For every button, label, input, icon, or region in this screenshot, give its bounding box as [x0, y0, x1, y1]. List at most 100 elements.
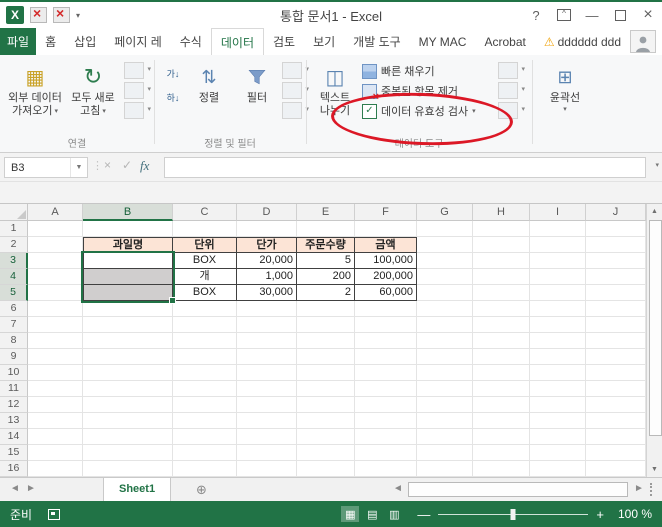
name-box[interactable]: B3 ▼ [4, 157, 88, 178]
reapply-icon[interactable] [282, 82, 309, 99]
row-header-12[interactable]: 12 [0, 397, 28, 413]
column-header-J[interactable]: J [586, 204, 646, 221]
cell-A10[interactable] [28, 365, 83, 381]
normal-view-button[interactable] [341, 506, 360, 522]
outline-button[interactable]: ⊞ 윤곽선 ▾ [540, 58, 590, 136]
sort-button[interactable]: ⇅ 정렬 [186, 58, 232, 136]
cell-D10[interactable] [237, 365, 297, 381]
cell-F5[interactable]: 60,000 [355, 285, 417, 301]
cell-I11[interactable] [530, 381, 586, 397]
cell-J15[interactable] [586, 445, 646, 461]
cell-E11[interactable] [297, 381, 355, 397]
sheet-nav-next-icon[interactable]: ► [26, 483, 36, 494]
cell-I3[interactable] [530, 253, 586, 269]
cell-C4[interactable]: 개 [173, 269, 237, 285]
row-header-7[interactable]: 7 [0, 317, 28, 333]
cell-D9[interactable] [237, 349, 297, 365]
cell-I12[interactable] [530, 397, 586, 413]
column-header-F[interactable]: F [355, 204, 417, 221]
page-break-view-button[interactable] [385, 506, 403, 522]
cell-D7[interactable] [237, 317, 297, 333]
column-header-E[interactable]: E [297, 204, 355, 221]
cell-A9[interactable] [28, 349, 83, 365]
cell-B10[interactable] [83, 365, 173, 381]
horizontal-scrollbar-thumb[interactable] [408, 482, 628, 497]
hscroll-right-icon[interactable]: ► [634, 483, 644, 494]
cell-H8[interactable] [473, 333, 530, 349]
tab-home[interactable]: 홈 [36, 28, 65, 55]
cell-G15[interactable] [417, 445, 473, 461]
consolidate-icon[interactable] [498, 62, 525, 79]
cell-G3[interactable] [417, 253, 473, 269]
expand-formula-bar-icon[interactable]: ▾ [655, 161, 659, 169]
cell-H12[interactable] [473, 397, 530, 413]
cell-A6[interactable] [28, 301, 83, 317]
cell-F11[interactable] [355, 381, 417, 397]
cell-E5[interactable]: 2 [297, 285, 355, 301]
cell-E14[interactable] [297, 429, 355, 445]
zoom-out-button[interactable]: — [417, 507, 430, 522]
zoom-slider-thumb[interactable] [510, 508, 516, 520]
cell-E9[interactable] [297, 349, 355, 365]
cell-G8[interactable] [417, 333, 473, 349]
what-if-analysis-icon[interactable] [498, 82, 525, 99]
cell-C10[interactable] [173, 365, 237, 381]
cell-I14[interactable] [530, 429, 586, 445]
cell-D5[interactable]: 30,000 [237, 285, 297, 301]
row-header-5[interactable]: 5 [0, 285, 28, 301]
row-header-10[interactable]: 10 [0, 365, 28, 381]
vertical-scrollbar-thumb[interactable] [649, 220, 662, 436]
cell-H1[interactable] [473, 221, 530, 237]
cell-J4[interactable] [586, 269, 646, 285]
row-header-1[interactable]: 1 [0, 221, 28, 237]
text-to-columns-button[interactable]: ◫ 텍스트 나누기 [312, 58, 358, 136]
cell-F7[interactable] [355, 317, 417, 333]
data-validation-button[interactable]: ✓ 데이터 유효성 검사 ▾ [362, 102, 476, 120]
cell-G12[interactable] [417, 397, 473, 413]
sort-ascending-button[interactable] [160, 62, 186, 85]
cell-J5[interactable] [586, 285, 646, 301]
help-button[interactable]: ? [522, 2, 550, 28]
cell-B3[interactable] [83, 253, 173, 269]
get-external-data-button[interactable]: ▦ 외부 데이터 가져오기 ▾ [6, 58, 64, 136]
cell-H7[interactable] [473, 317, 530, 333]
cell-F14[interactable] [355, 429, 417, 445]
row-header-6[interactable]: 6 [0, 301, 28, 317]
cell-D15[interactable] [237, 445, 297, 461]
cell-H13[interactable] [473, 413, 530, 429]
cell-D11[interactable] [237, 381, 297, 397]
refresh-all-button[interactable]: ↻ 모두 새로 고침 ▾ [66, 58, 120, 136]
add-sheet-button[interactable]: ⊕ [196, 482, 207, 498]
cell-B4[interactable] [83, 269, 173, 285]
cell-C7[interactable] [173, 317, 237, 333]
cell-D16[interactable] [237, 461, 297, 477]
cell-C9[interactable] [173, 349, 237, 365]
cell-D6[interactable] [237, 301, 297, 317]
cell-F12[interactable] [355, 397, 417, 413]
cell-H16[interactable] [473, 461, 530, 477]
cell-F16[interactable] [355, 461, 417, 477]
tab-view[interactable]: 보기 [304, 28, 344, 55]
macro-record-icon[interactable] [48, 508, 61, 520]
cell-E4[interactable]: 200 [297, 269, 355, 285]
column-header-H[interactable]: H [473, 204, 530, 221]
cell-F8[interactable] [355, 333, 417, 349]
advanced-filter-icon[interactable] [282, 102, 309, 119]
tab-mymac[interactable]: MY MAC [410, 28, 476, 55]
cell-A2[interactable] [28, 237, 83, 253]
cell-A1[interactable] [28, 221, 83, 237]
cell-E16[interactable] [297, 461, 355, 477]
row-header-16[interactable]: 16 [0, 461, 28, 477]
cell-F1[interactable] [355, 221, 417, 237]
edit-links-icon[interactable] [124, 102, 151, 119]
row-header-14[interactable]: 14 [0, 429, 28, 445]
cell-H4[interactable] [473, 269, 530, 285]
column-header-C[interactable]: C [173, 204, 237, 221]
cell-I7[interactable] [530, 317, 586, 333]
cancel-entry-button[interactable]: × [104, 158, 111, 172]
cell-C3[interactable]: BOX [173, 253, 237, 269]
cell-D14[interactable] [237, 429, 297, 445]
cell-B13[interactable] [83, 413, 173, 429]
cell-B8[interactable] [83, 333, 173, 349]
cell-F13[interactable] [355, 413, 417, 429]
